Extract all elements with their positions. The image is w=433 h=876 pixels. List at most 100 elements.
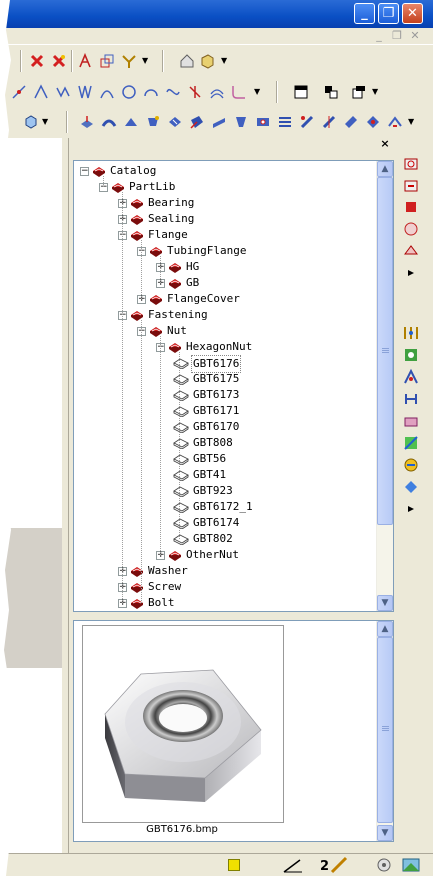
tree-leaf-item[interactable]: GBT6173 bbox=[74, 387, 374, 403]
mdi-close-button[interactable]: ✕ bbox=[408, 29, 422, 43]
dropdown-arrow-icon[interactable]: ▼ bbox=[142, 56, 148, 65]
hole-feature-icon[interactable] bbox=[402, 154, 420, 172]
dropdown-arrow-icon[interactable]: ▼ bbox=[408, 117, 414, 126]
view-mode-icon[interactable] bbox=[402, 857, 420, 876]
copy-shape-icon[interactable] bbox=[98, 52, 116, 70]
tree-folder-item[interactable]: + FlangeCover bbox=[74, 291, 374, 307]
feature-revolve-icon[interactable] bbox=[144, 113, 162, 131]
tree-leaf-item[interactable]: GBT802 bbox=[74, 531, 374, 547]
more-assembly-icon[interactable] bbox=[402, 500, 420, 518]
feature-rib-icon[interactable] bbox=[210, 113, 228, 131]
assembly-tool-5-icon[interactable] bbox=[402, 412, 420, 430]
house-part-icon[interactable] bbox=[178, 52, 196, 70]
sketch-circle-icon[interactable] bbox=[120, 83, 138, 101]
tree-folder-item[interactable]: + OtherNut bbox=[74, 547, 374, 563]
dropdown-arrow-icon[interactable]: ▼ bbox=[254, 87, 260, 96]
collapse-toggle-icon[interactable]: − bbox=[80, 167, 89, 176]
preview-scroll-up-arrow[interactable]: ▲ bbox=[377, 621, 393, 637]
panel-close-button[interactable]: × bbox=[379, 138, 391, 150]
dropdown-arrow-icon[interactable]: ▼ bbox=[221, 56, 227, 65]
tree-leaf-item[interactable]: GBT6171 bbox=[74, 403, 374, 419]
mdi-minimize-button[interactable]: _ bbox=[372, 29, 386, 43]
feature-sweep-icon[interactable] bbox=[100, 113, 118, 131]
tree-folder-item[interactable]: + Washer bbox=[74, 563, 374, 579]
tree-leaf-item[interactable]: GBT56 bbox=[74, 451, 374, 467]
scroll-up-arrow[interactable]: ▲ bbox=[377, 161, 393, 177]
sketch-line-icon[interactable] bbox=[10, 83, 28, 101]
assembly-tool-7-icon[interactable] bbox=[402, 456, 420, 474]
sketch-offset-icon[interactable] bbox=[208, 83, 226, 101]
scroll-down-arrow[interactable]: ▼ bbox=[377, 595, 393, 611]
tree-leaf-item[interactable]: GBT6170 bbox=[74, 419, 374, 435]
section-part-icon[interactable] bbox=[402, 242, 420, 260]
cube-view-icon[interactable] bbox=[22, 113, 40, 131]
feature-draft-icon[interactable] bbox=[232, 113, 250, 131]
catalog-tree[interactable]: − Catalog − PartLib + Bearing + Sealing − Flange −… bbox=[73, 160, 394, 612]
feature-mirror-icon[interactable] bbox=[320, 113, 338, 131]
pen-tool-icon[interactable] bbox=[282, 856, 304, 876]
sketch-arc-icon[interactable] bbox=[142, 83, 160, 101]
assembly-tool-3-icon[interactable] bbox=[402, 368, 420, 386]
assembly-tool-6-icon[interactable] bbox=[402, 434, 420, 452]
tree-leaf-item[interactable]: GBT6176 bbox=[74, 355, 374, 373]
sketch-zigzag-icon[interactable] bbox=[76, 83, 94, 101]
close-button[interactable]: ✕ bbox=[402, 3, 423, 24]
tree-folder-item[interactable]: − PartLib bbox=[74, 179, 374, 195]
sketch-trim-icon[interactable] bbox=[186, 83, 204, 101]
restore-button[interactable]: ❐ bbox=[378, 3, 399, 24]
delete-star-icon[interactable] bbox=[50, 52, 68, 70]
box-part-icon[interactable] bbox=[198, 52, 216, 70]
window-tile-icon[interactable] bbox=[322, 83, 340, 101]
left-drawing-area[interactable] bbox=[0, 138, 62, 853]
feature-fillet-icon[interactable] bbox=[364, 113, 382, 131]
feature-thread-icon[interactable] bbox=[276, 113, 294, 131]
preview-scroll-thumb[interactable] bbox=[377, 637, 393, 823]
tree-folder-item[interactable]: + Bearing bbox=[74, 195, 374, 211]
sketch-spline-icon[interactable] bbox=[164, 83, 182, 101]
draw-tool-icon[interactable]: 2 bbox=[320, 856, 350, 876]
snap-target-icon[interactable] bbox=[376, 857, 392, 876]
tree-leaf-item[interactable]: GBT6174 bbox=[74, 515, 374, 531]
tree-folder-item[interactable]: − HexagonNut bbox=[74, 339, 374, 355]
solid-part-icon[interactable] bbox=[402, 198, 420, 216]
sketch-polyline-icon[interactable] bbox=[54, 83, 72, 101]
tree-folder-item[interactable]: − Catalog bbox=[74, 163, 374, 179]
counterbore-icon[interactable] bbox=[402, 176, 420, 194]
tree-folder-item[interactable]: + Bolt bbox=[74, 595, 374, 611]
preview-scroll-down-arrow[interactable]: ▼ bbox=[377, 825, 393, 841]
tree-leaf-item[interactable]: GBT41 bbox=[74, 467, 374, 483]
feature-loft-icon[interactable] bbox=[122, 113, 140, 131]
tree-folder-item[interactable]: − TubingFlange bbox=[74, 243, 374, 259]
edge-tool-icon[interactable] bbox=[120, 52, 138, 70]
tree-leaf-item[interactable]: GBT923 bbox=[74, 483, 374, 499]
tree-folder-item[interactable]: + Screw bbox=[74, 579, 374, 595]
feature-more-icon[interactable] bbox=[386, 113, 404, 131]
feature-shell-icon[interactable] bbox=[166, 113, 184, 131]
window-layout-icon[interactable] bbox=[292, 83, 310, 101]
tree-leaf-item[interactable]: GBT6175 bbox=[74, 371, 374, 387]
tree-folder-item[interactable]: + HG bbox=[74, 259, 374, 275]
scroll-thumb[interactable] bbox=[377, 177, 393, 525]
sketch-angle-icon[interactable] bbox=[32, 83, 50, 101]
window-cascade-icon[interactable] bbox=[350, 83, 368, 101]
feature-cut-icon[interactable] bbox=[188, 113, 206, 131]
tree-leaf-item[interactable]: GBT808 bbox=[74, 435, 374, 451]
dropdown-arrow-icon[interactable]: ▼ bbox=[372, 87, 378, 96]
feature-extrude-icon[interactable] bbox=[78, 113, 96, 131]
more-part-icon[interactable] bbox=[402, 264, 420, 282]
tree-leaf-item[interactable]: GBT6172_1 bbox=[74, 499, 374, 515]
minimize-button[interactable]: _ bbox=[354, 3, 375, 24]
text-a-icon[interactable] bbox=[76, 52, 94, 70]
mdi-restore-button[interactable]: ❐ bbox=[390, 29, 404, 43]
assembly-tool-2-icon[interactable] bbox=[402, 346, 420, 364]
tree-folder-item[interactable]: + GB bbox=[74, 275, 374, 291]
assembly-tool-1-icon[interactable] bbox=[402, 324, 420, 342]
assembly-tool-4-icon[interactable] bbox=[402, 390, 420, 408]
delete-x-icon[interactable] bbox=[28, 52, 46, 70]
sketch-fillet-icon[interactable] bbox=[230, 83, 248, 101]
tree-folder-item[interactable]: − Nut bbox=[74, 323, 374, 339]
tree-folder-item[interactable]: − Flange bbox=[74, 227, 374, 243]
feature-hole-icon[interactable] bbox=[254, 113, 272, 131]
feature-chamfer-icon[interactable] bbox=[342, 113, 360, 131]
feature-pattern-icon[interactable] bbox=[298, 113, 316, 131]
